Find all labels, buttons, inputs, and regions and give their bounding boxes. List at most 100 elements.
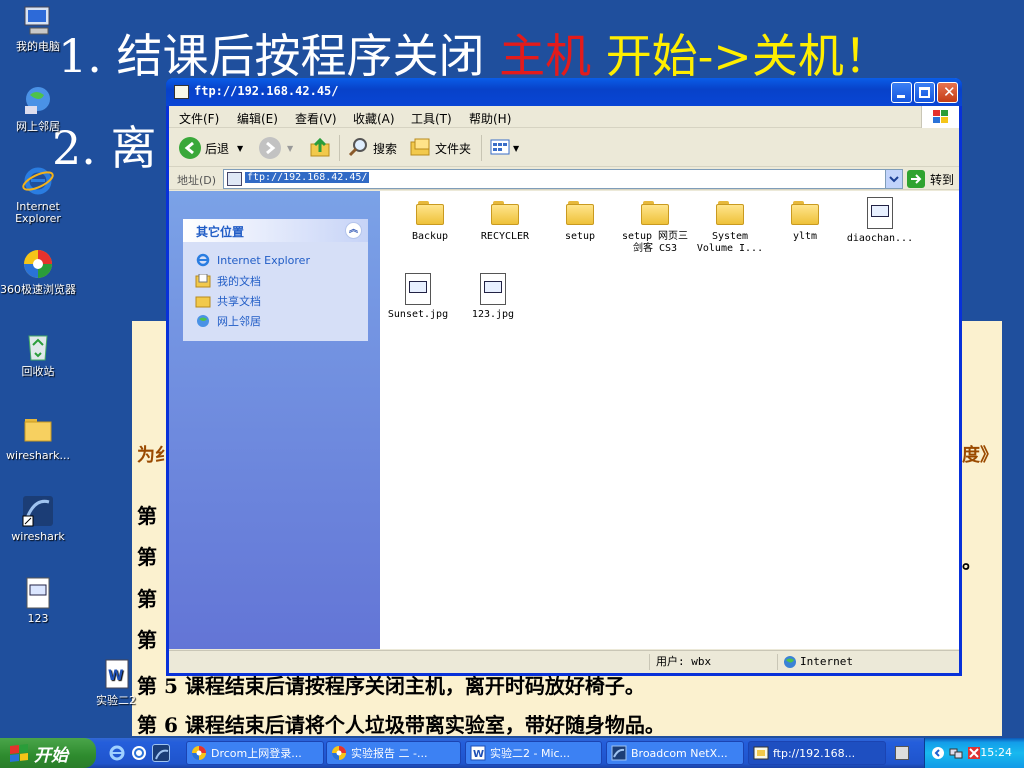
views-button[interactable]: ▼ xyxy=(489,135,519,161)
menu-view[interactable]: 查看(V) xyxy=(295,110,337,127)
network-places-icon xyxy=(21,84,55,118)
file-item-folder[interactable]: yltm xyxy=(767,201,843,243)
back-button[interactable]: 后退 ▼ xyxy=(179,135,243,161)
file-name: RECYCLER xyxy=(480,231,530,242)
go-arrow-icon xyxy=(907,170,925,188)
taskbar-task-drcom[interactable]: Drcom上网登录... xyxy=(186,741,324,765)
place-link-my-documents[interactable]: 我的文档 xyxy=(195,273,261,289)
close-icon: ✕ xyxy=(943,83,956,101)
file-list: Backup RECYCLER setup setup 网页三剑客 CS3 Sy… xyxy=(380,191,959,649)
file-item-folder[interactable]: System Volume I... xyxy=(692,201,768,255)
recycle-bin-icon xyxy=(21,329,55,363)
image-file-icon xyxy=(480,273,506,305)
network-tray-icon[interactable] xyxy=(949,746,963,760)
menu-favorites[interactable]: 收藏(A) xyxy=(353,110,395,127)
desktop-icon-label: wireshark xyxy=(11,530,65,543)
folder-icon xyxy=(491,201,519,225)
file-item-folder[interactable]: setup xyxy=(542,201,618,243)
taskbar-task-report[interactable]: 实验报告 二 -... xyxy=(326,741,461,765)
panel-rule-4: 第 xyxy=(137,628,157,652)
up-folder-button[interactable] xyxy=(309,135,331,161)
desktop-icon-network[interactable]: 网上邻居 xyxy=(0,84,76,133)
wireshark-icon xyxy=(21,494,55,528)
other-places-panel: 其它位置 ︽ Internet Explorer 我的文档 共享文档 网上邻居 xyxy=(183,219,368,341)
desktop-icon-ie[interactable]: Internet Explorer xyxy=(0,164,76,225)
file-name: Backup xyxy=(411,231,449,242)
desktop-icon-123[interactable]: 123 xyxy=(0,576,76,625)
tray-expand-icon[interactable] xyxy=(931,746,945,760)
svg-text:W: W xyxy=(473,749,484,760)
file-item-folder[interactable]: RECYCLER xyxy=(467,201,543,243)
panel-rule-2: 第 xyxy=(137,545,157,569)
address-dropdown-button[interactable] xyxy=(885,170,902,188)
desktop-icon-my-computer[interactable]: 我的电脑 xyxy=(0,4,76,53)
quicklaunch-ie-icon[interactable] xyxy=(108,744,126,762)
search-icon xyxy=(347,136,369,161)
image-file-icon xyxy=(21,576,55,610)
browser-360-icon xyxy=(191,745,207,761)
folders-icon xyxy=(409,136,431,161)
toolbar: 后退 ▼ ▼ 搜索 文件夹 ▼ xyxy=(169,129,959,167)
desktop-icon-label: 回收站 xyxy=(21,365,55,378)
other-places-header[interactable]: 其它位置 ︽ xyxy=(183,219,368,242)
panel-rule-3: 第 xyxy=(137,587,157,611)
task-label: Broadcom NetX... xyxy=(631,746,728,760)
folders-button[interactable]: 文件夹 xyxy=(409,135,471,161)
desktop-icon-word-doc[interactable]: W 实验二2 xyxy=(80,658,152,707)
ftp-explorer-window[interactable]: ftp://192.168.42.45/ ✕ 文件(F) 编辑(E) 查看(V)… xyxy=(166,78,962,676)
panel-period: 。 xyxy=(962,549,982,573)
back-label: 后退 xyxy=(205,141,230,156)
bg-line1-red: 主机 xyxy=(499,29,592,83)
place-link-ie[interactable]: Internet Explorer xyxy=(195,253,310,267)
file-item-image[interactable]: 123.jpg xyxy=(455,273,531,321)
file-name: 123.jpg xyxy=(471,309,515,320)
taskbar-task-ftp[interactable]: ftp://192.168... xyxy=(748,741,886,765)
quicklaunch-wireshark-icon[interactable] xyxy=(152,744,170,762)
ftp-folder-icon xyxy=(753,745,769,761)
desktop-icon-wireshark[interactable]: wireshark xyxy=(0,494,76,543)
desktop-icon-recycle-bin[interactable]: 回收站 xyxy=(0,329,76,378)
quicklaunch-browser-icon[interactable] xyxy=(130,744,148,762)
go-button[interactable]: 转到 xyxy=(907,169,954,189)
place-link-shared-documents[interactable]: 共享文档 xyxy=(195,293,261,309)
menu-edit[interactable]: 编辑(E) xyxy=(237,110,278,127)
file-item-image[interactable]: Sunset.jpg xyxy=(380,273,456,321)
views-icon xyxy=(489,136,511,161)
menu-help[interactable]: 帮助(H) xyxy=(469,110,511,127)
my-computer-icon xyxy=(21,4,55,38)
address-input[interactable]: ftp://192.168.42.45/ xyxy=(223,169,903,189)
menu-file[interactable]: 文件(F) xyxy=(179,110,219,127)
internet-explorer-icon xyxy=(195,253,211,267)
back-dropdown-icon: ▼ xyxy=(237,143,244,153)
menu-tools[interactable]: 工具(T) xyxy=(411,110,452,127)
desktop-icon-360[interactable]: 360极速浏览器 xyxy=(0,247,76,296)
desktop-icon-label: 实验二2 xyxy=(96,694,136,707)
bg-line1-yellow: 开始->关机！ xyxy=(605,29,890,83)
search-button[interactable]: 搜索 xyxy=(347,135,397,161)
maximize-button[interactable] xyxy=(914,82,935,103)
close-button[interactable]: ✕ xyxy=(937,82,958,103)
file-item-folder[interactable]: Backup xyxy=(392,201,468,243)
browser-360-icon xyxy=(331,745,347,761)
status-user: 用户: wbx xyxy=(649,654,777,670)
keyboard-icon[interactable] xyxy=(895,746,909,760)
task-label: 实验二2 - Mic... xyxy=(490,747,571,760)
word-doc-icon: W xyxy=(99,658,133,692)
taskbar-task-broadcom[interactable]: Broadcom NetX... xyxy=(606,741,744,765)
file-item-image[interactable]: diaochan... xyxy=(842,197,918,245)
minimize-button[interactable] xyxy=(891,82,912,103)
up-folder-icon xyxy=(309,136,331,161)
start-button[interactable]: 开始 xyxy=(0,738,96,768)
svg-text:W: W xyxy=(108,668,123,684)
desktop-icon-label: 我的电脑 xyxy=(16,40,60,53)
taskbar-task-word[interactable]: W 实验二2 - Mic... xyxy=(465,741,602,765)
image-file-icon xyxy=(405,273,431,305)
desktop-icon-label: 360极速浏览器 xyxy=(0,283,76,296)
desktop-icon-wireshark-folder[interactable]: wireshark... xyxy=(0,413,76,462)
place-link-network[interactable]: 网上邻居 xyxy=(195,313,261,329)
security-tray-icon[interactable] xyxy=(967,746,981,760)
collapse-chevron-icon[interactable]: ︽ xyxy=(345,222,362,239)
forward-button[interactable]: ▼ xyxy=(259,135,293,161)
title-bar[interactable]: ftp://192.168.42.45/ ✕ xyxy=(166,78,962,106)
file-item-folder[interactable]: setup 网页三剑客 CS3 xyxy=(617,201,693,255)
